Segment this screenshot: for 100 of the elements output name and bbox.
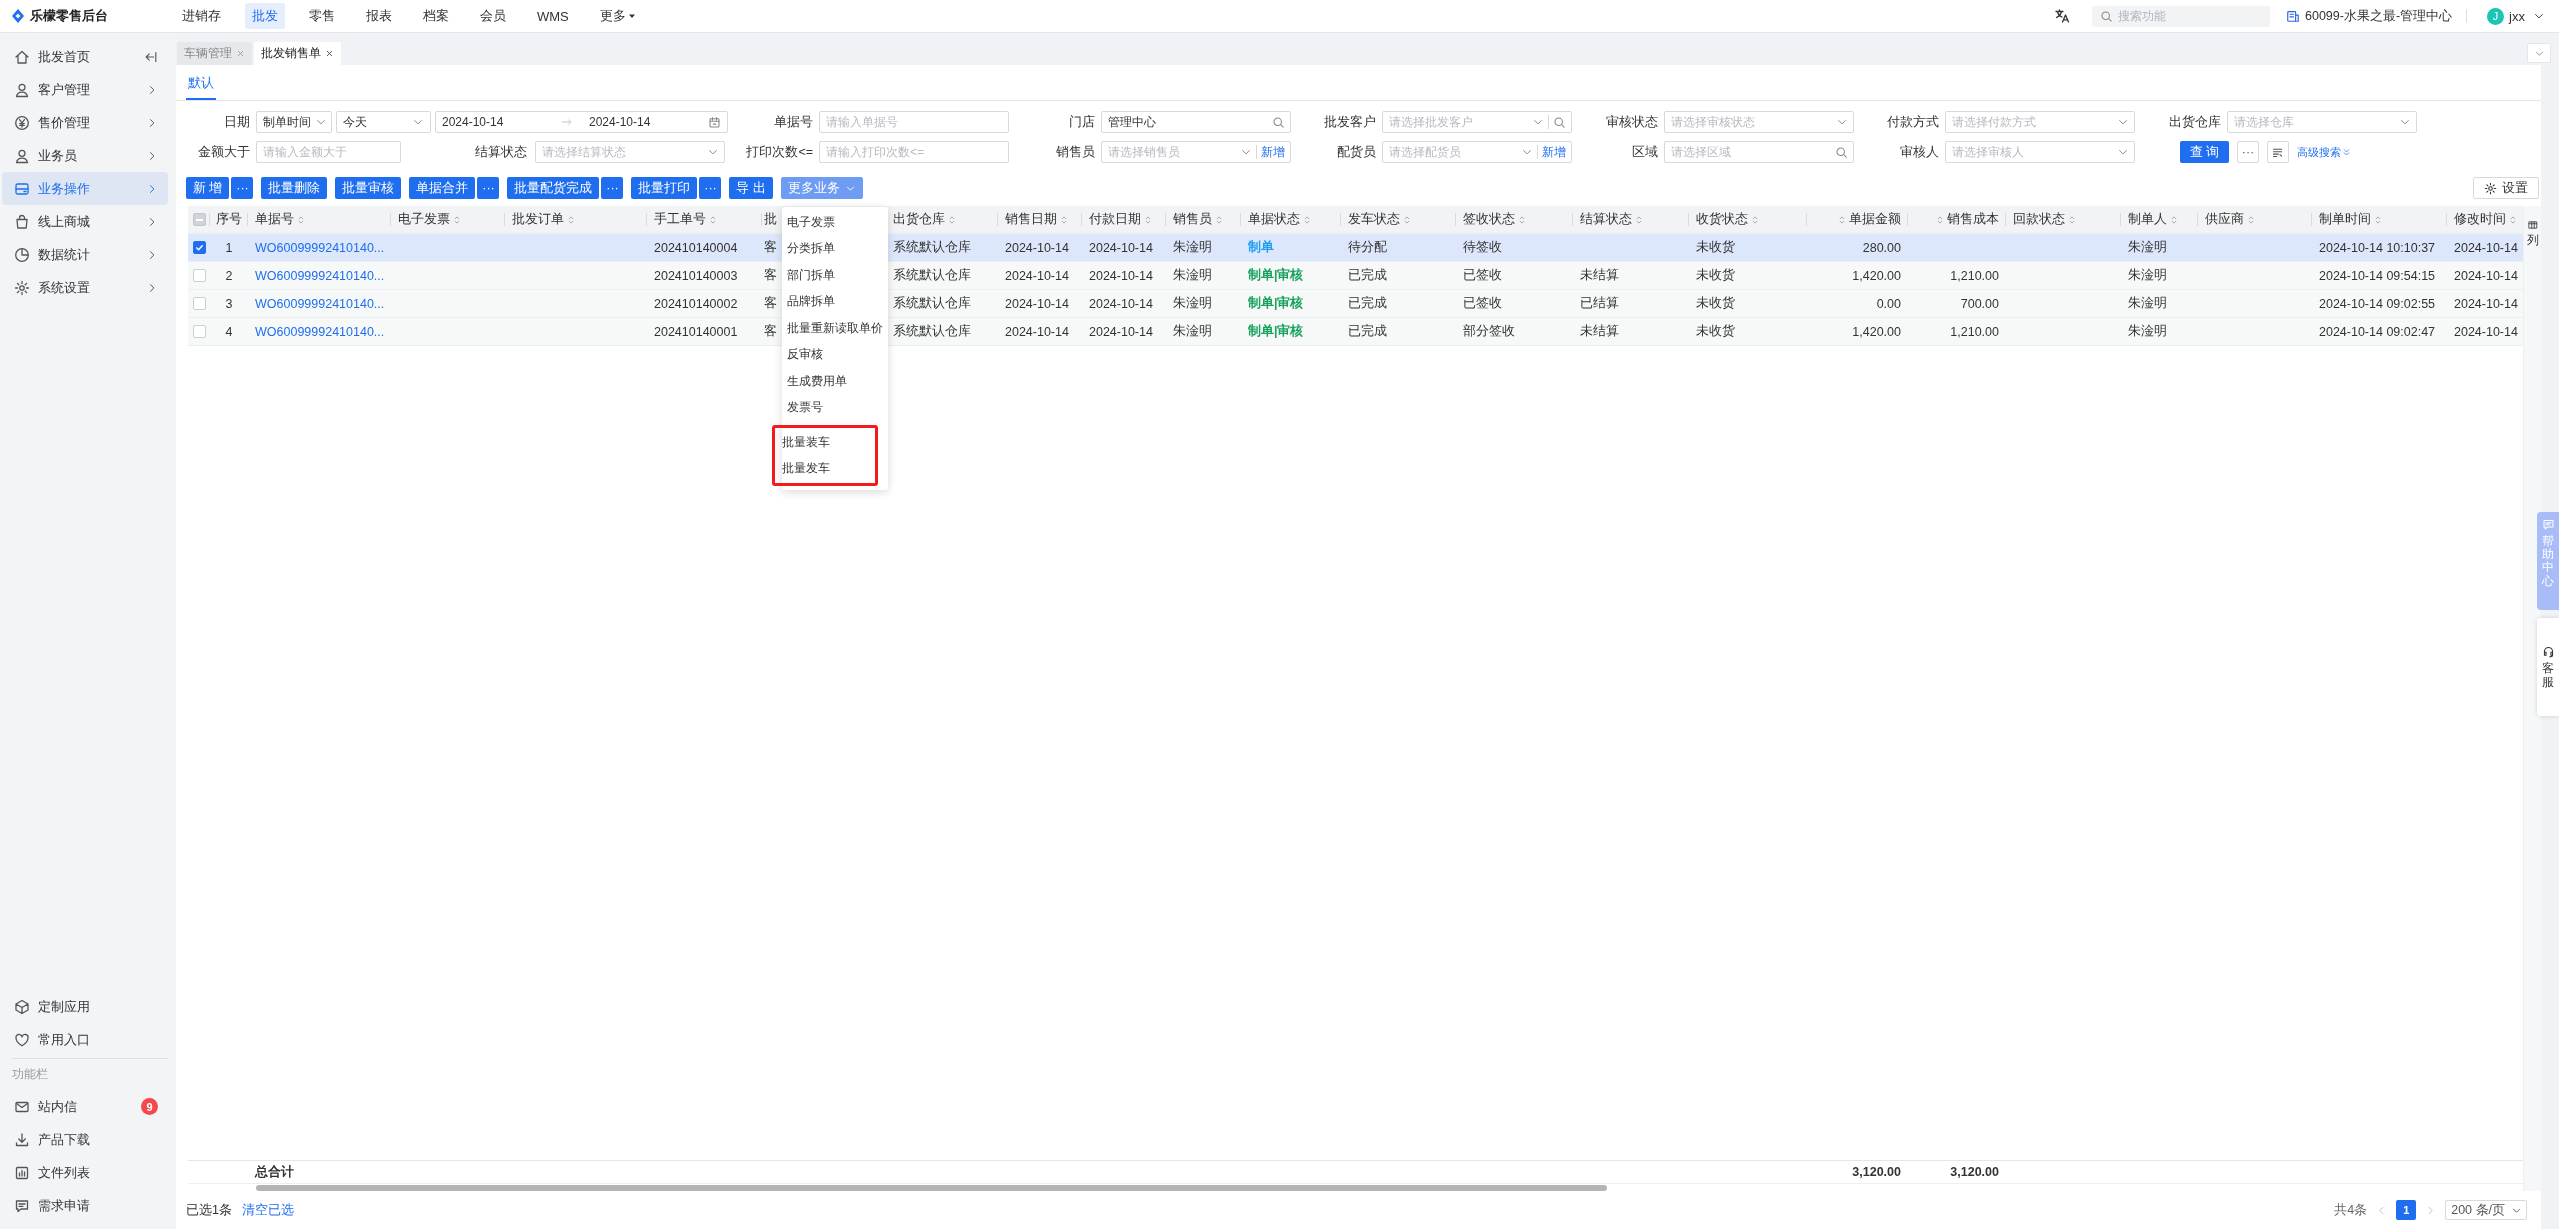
page-button[interactable]: 1 [2396, 1200, 2417, 1220]
search-field[interactable]: 管理中心 [1100, 111, 1291, 133]
customer-service-tab[interactable]: 客服 [2537, 618, 2559, 716]
add-link[interactable]: 新增 [1542, 143, 1566, 161]
table-cell: 已签收 [1463, 295, 1502, 312]
search-field[interactable]: 搜索功能 [2092, 5, 2270, 27]
table-cell: 未结算 [1580, 323, 1619, 340]
settings-button[interactable]: 设置 [2473, 177, 2539, 199]
columns-button[interactable]: 列 [2526, 220, 2539, 249]
more-button[interactable]: ··· [699, 177, 722, 199]
select-field[interactable]: 请选择结算状态 [535, 141, 725, 163]
date-preset-select[interactable]: 今天 [336, 111, 431, 133]
table-cell: 2024-10-14 [1005, 240, 1069, 255]
row-checkbox[interactable] [192, 241, 206, 254]
cube-icon [14, 998, 30, 1015]
sidebar-item[interactable]: 常用入口 [2, 1023, 168, 1056]
menu-item[interactable]: 发票号 [781, 394, 888, 421]
select-all-checkbox[interactable] [192, 213, 206, 226]
sidebar-item[interactable]: 业务员 [2, 139, 168, 172]
menu-item[interactable]: 品牌拆单 [781, 288, 888, 315]
sidebar-item[interactable]: 批发首页 [2, 40, 168, 73]
toolbar-button[interactable]: 单据合并 [409, 177, 476, 199]
toolbar-button[interactable]: 新 增 [186, 177, 230, 199]
sort-icon [2373, 214, 2383, 225]
more-button[interactable]: ··· [2237, 141, 2259, 163]
search-field[interactable]: 请选择区域 [1663, 141, 1854, 163]
sidebar-item[interactable]: 业务操作 [2, 172, 168, 205]
table-cell: 朱淦明 [2128, 239, 2167, 256]
order-link[interactable]: WO60099992410140... [255, 240, 385, 255]
table-cell: 系统默认仓库 [893, 323, 971, 340]
scrollbar[interactable] [256, 1185, 1607, 1191]
filter-list-button[interactable] [2267, 141, 2289, 163]
select-field[interactable]: 请选择审核状态 [1663, 111, 1854, 133]
sidebar-item[interactable]: 产品下载 [2, 1123, 168, 1156]
table-cell: 2024-10-14 [2454, 296, 2518, 311]
page-size-select[interactable]: 200 条/页 [2445, 1200, 2527, 1220]
order-link[interactable]: WO60099992410140... [255, 324, 385, 339]
page-tab[interactable]: 批发销售单 [254, 42, 341, 65]
menu-item[interactable]: 生成费用单 [781, 368, 888, 395]
search-icon [1271, 115, 1285, 129]
select-field[interactable]: 请选择付款方式 [1945, 111, 2135, 133]
store-name[interactable]: 60099-水果之最-管理中心 [2305, 7, 2453, 25]
more-button[interactable]: ··· [231, 177, 254, 199]
sidebar-item[interactable]: 售价管理 [2, 106, 168, 139]
toolbar-button[interactable]: 批量审核 [335, 177, 402, 199]
select-field[interactable]: 请选择批发客户 [1382, 111, 1572, 133]
nav-link[interactable]: 会员 [473, 3, 513, 29]
nav-link[interactable]: 档案 [416, 3, 456, 29]
table-cell: 已完成 [1348, 267, 1387, 284]
text-field[interactable]: 请输入单据号 [819, 111, 1009, 133]
sidebar-item[interactable]: 系统设置 [2, 271, 168, 304]
clear-selection-link[interactable]: 清空已选 [241, 1201, 294, 1219]
select-field[interactable]: 请选择审核人 [1945, 141, 2135, 163]
add-link[interactable]: 新增 [1260, 143, 1285, 161]
tabs-menu-button[interactable] [2527, 43, 2551, 63]
table-cell: 1,210.00 [1950, 268, 1999, 283]
sidebar-item[interactable]: 需求申请 [2, 1189, 168, 1222]
query-button[interactable]: 查 询 [2179, 141, 2229, 163]
select-field[interactable]: 请选择仓库 [2226, 111, 2417, 133]
text-field[interactable]: 请输入金额大于 [256, 141, 401, 163]
sidebar-item[interactable]: 数据统计 [2, 238, 168, 271]
menu-item[interactable]: 分类拆单 [781, 235, 888, 262]
toolbar-button[interactable]: 批量删除 [261, 177, 328, 199]
toolbar-button[interactable]: 批量打印 [631, 177, 698, 199]
more-button[interactable]: ··· [601, 177, 624, 199]
nav-link[interactable]: 零售 [302, 3, 342, 29]
sidebar-item[interactable]: 定制应用 [2, 990, 168, 1023]
nav-link[interactable]: WMS [530, 3, 576, 29]
menu-item[interactable]: 批量发车 [781, 455, 875, 482]
menu-item[interactable]: 部门拆单 [781, 262, 888, 289]
menu-item[interactable]: 批量重新读取单价 [781, 315, 888, 342]
count-badge: 9 [141, 1098, 158, 1115]
toolbar-button[interactable]: 批量配货完成 [507, 177, 600, 199]
table-cell: 2024-10-14 [1089, 324, 1153, 339]
order-link[interactable]: WO60099992410140... [255, 268, 385, 283]
sidebar-item[interactable]: 客户管理 [2, 73, 168, 106]
view-tab[interactable]: 默认 [186, 65, 216, 100]
user-name[interactable]: jxx [2509, 8, 2525, 24]
table-cell: 1,420.00 [1852, 324, 1901, 339]
nav-link[interactable]: 进销存 [175, 3, 228, 29]
field-label: 金额大于 [197, 143, 251, 161]
date-type-select[interactable]: 制单时间 [256, 111, 332, 133]
toolbar-button[interactable]: 导 出 [729, 177, 773, 199]
sort-icon [2067, 214, 2077, 225]
sidebar-item[interactable]: 线上商城 [2, 205, 168, 238]
sidebar-item[interactable]: 站内信 9 [2, 1090, 168, 1123]
order-link[interactable]: WO60099992410140... [255, 296, 385, 311]
table-cell: 2024-10-14 09:54:15 [2319, 268, 2436, 283]
nav-link[interactable]: 批发 [245, 3, 285, 29]
advanced-search-link[interactable]: 高级搜索 [2297, 144, 2351, 160]
field-label: 单据号 [773, 113, 814, 131]
menu-item[interactable]: 批量装车 [781, 429, 875, 456]
sort-icon [947, 214, 957, 225]
sort-icon [1143, 214, 1153, 225]
text-field[interactable]: 请输入打印次数<= [819, 141, 1009, 163]
sidebar-item[interactable]: 文件列表 [2, 1156, 168, 1189]
nav-link[interactable]: 更多 [592, 3, 643, 29]
nav-link[interactable]: 报表 [359, 3, 399, 29]
more-button[interactable]: ··· [477, 177, 500, 199]
date-range-field[interactable]: 2024-10-14 2024-10-14 [435, 111, 728, 133]
